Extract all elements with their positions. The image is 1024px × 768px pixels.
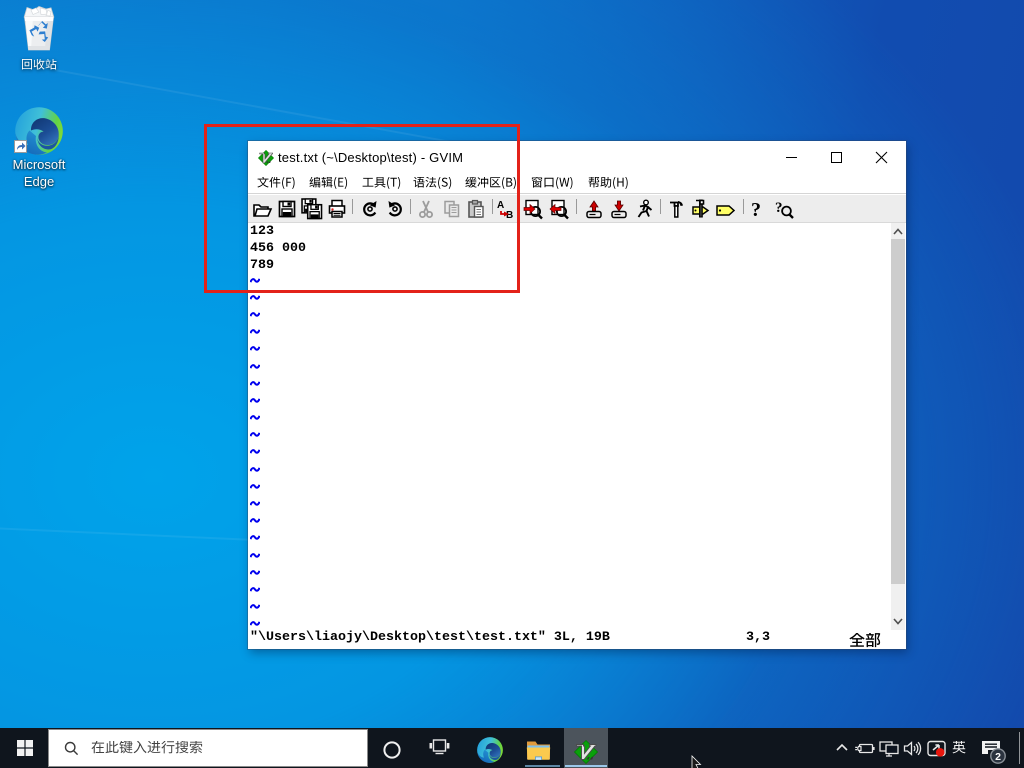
svg-text:?: ?	[751, 199, 761, 220]
svg-text:2: 2	[995, 751, 1001, 763]
svg-text:?: ?	[775, 200, 783, 216]
